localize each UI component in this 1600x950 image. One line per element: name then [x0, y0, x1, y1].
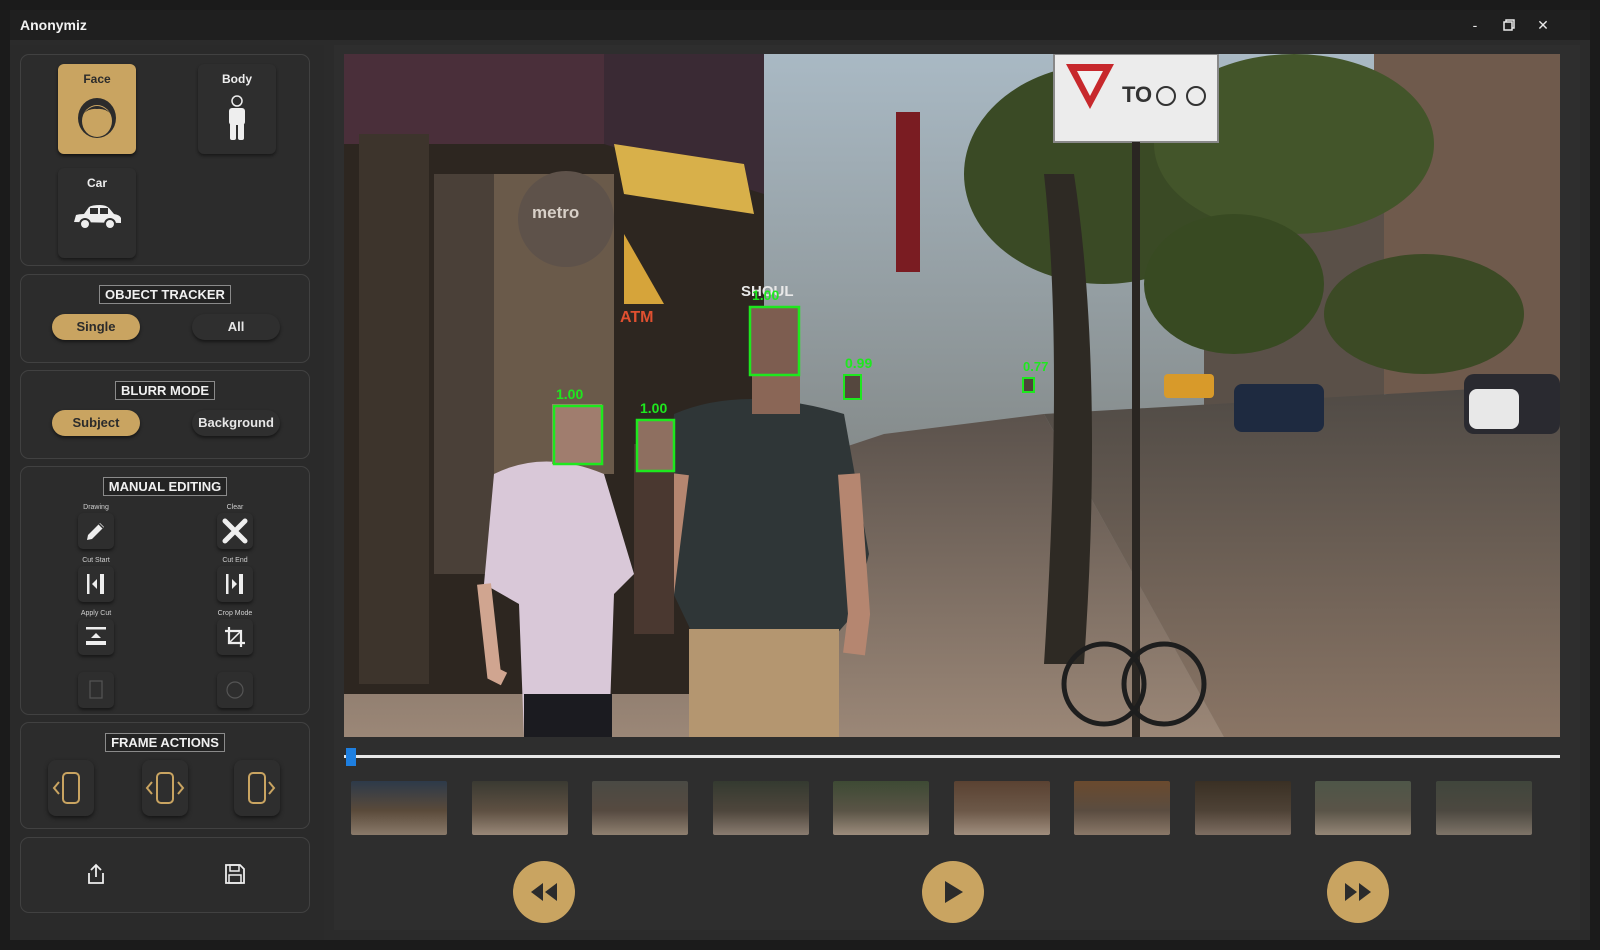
file-panel [20, 837, 310, 913]
drawing-tool[interactable]: Drawing [76, 503, 116, 553]
video-preview[interactable]: metro ATM SHOUL TO 1.00 1.00 1.00 0.99 0… [344, 54, 1560, 737]
frame-thumbnail[interactable] [954, 781, 1050, 835]
minimize-button[interactable]: - [1462, 14, 1488, 36]
frame-actions-title: FRAME ACTIONS [105, 733, 225, 752]
face-icon [78, 98, 116, 138]
detection-panel: Face Body Car [20, 54, 310, 266]
app-title: Anonymiz [20, 17, 87, 33]
cut-end-label: Cut End [222, 557, 248, 564]
circle-icon [226, 681, 244, 699]
maximize-button[interactable] [1496, 14, 1522, 36]
body-icon [229, 95, 245, 140]
blur-mode-panel: BLURR MODE Subject Background [20, 370, 310, 459]
detection-score: 1.00 [556, 386, 583, 402]
pencil-icon [87, 523, 104, 540]
share-icon [88, 863, 104, 884]
atm-text: ATM [620, 309, 653, 326]
rewind-button[interactable] [513, 861, 575, 923]
tracker-all-button[interactable]: All [192, 314, 280, 340]
car-label: Car [86, 176, 107, 190]
thumbnail-strip [351, 781, 1551, 836]
restore-icon [1503, 19, 1515, 31]
clear-x-icon [222, 518, 248, 544]
detection-score: 0.99 [845, 355, 872, 371]
cut-start-icon [87, 574, 104, 594]
detection-score: 1.00 [752, 287, 779, 303]
frame-left-icon [52, 772, 80, 804]
frame-thumbnail[interactable] [1074, 781, 1170, 835]
frame-thumbnail[interactable] [592, 781, 688, 835]
frame-prev-button[interactable] [48, 760, 94, 816]
frame-thumbnail[interactable] [351, 781, 447, 835]
frame-thumbnail[interactable] [1436, 781, 1532, 835]
frame-both-icon [145, 772, 185, 804]
crop-mode-label: Crop Mode [217, 610, 253, 617]
rectangle-icon [89, 680, 103, 699]
timeline-track [344, 755, 1560, 758]
close-button[interactable]: ✕ [1530, 14, 1556, 36]
play-icon [945, 881, 963, 903]
crop-mode-tool[interactable]: Crop Mode [215, 609, 255, 659]
export-button[interactable] [78, 856, 114, 892]
car-button[interactable]: Car [58, 168, 136, 258]
frame-right-icon [248, 772, 276, 804]
blur-mode-title: BLURR MODE [114, 381, 216, 400]
save-button[interactable] [217, 856, 253, 892]
detection-score: 1.00 [640, 400, 667, 416]
apply-cut-label: Apply Cut [80, 610, 112, 617]
body-label: Body [222, 72, 252, 86]
drawing-label: Drawing [83, 504, 109, 511]
crop-icon [225, 627, 245, 647]
fast-forward-icon [1345, 883, 1371, 901]
frame-actions-panel: FRAME ACTIONS [20, 722, 310, 829]
blur-background-button[interactable]: Background [192, 410, 280, 436]
frame-thumbnail[interactable] [1315, 781, 1411, 835]
tracker-single-button[interactable]: Single [52, 314, 140, 340]
timeline-scrubber[interactable] [344, 747, 1560, 767]
frame-thumbnail[interactable] [713, 781, 809, 835]
body-button[interactable]: Body [198, 64, 276, 154]
cut-start-tool[interactable]: Cut Start [76, 556, 116, 606]
cut-start-label: Cut Start [82, 557, 110, 564]
cut-end-icon [226, 574, 243, 594]
car-icon [74, 205, 121, 230]
face-label: Face [83, 72, 111, 86]
video-frame: metro ATM SHOUL TO 1.00 1.00 1.00 0.99 0… [344, 54, 1560, 737]
rewind-icon [531, 883, 557, 901]
object-tracker-panel: OBJECT TRACKER Single All [20, 274, 310, 363]
object-tracker-title: OBJECT TRACKER [99, 285, 231, 304]
save-icon [225, 864, 245, 884]
manual-editing-panel: MANUAL EDITING Drawing Clear Cut Start C… [20, 466, 310, 715]
sidebar: Face Body Car OBJECT TRACKER Single All … [10, 45, 324, 940]
detection-score: 0.77 [1023, 359, 1048, 374]
face-button[interactable]: Face [58, 64, 136, 154]
fast-forward-button[interactable] [1327, 861, 1389, 923]
clear-tool[interactable]: Clear [215, 503, 255, 553]
circle-tool[interactable] [215, 662, 255, 712]
frame-center-button[interactable] [142, 760, 188, 816]
timeline-handle[interactable] [346, 748, 356, 766]
main-area: metro ATM SHOUL TO 1.00 1.00 1.00 0.99 0… [334, 45, 1580, 930]
blur-subject-button[interactable]: Subject [52, 410, 140, 436]
rectangle-tool[interactable] [76, 662, 116, 712]
shop-sign-text: metro [532, 203, 579, 222]
app-window: Anonymiz - ✕ Face Body Car OBJECT TRACKE… [10, 10, 1590, 940]
clear-label: Clear [226, 504, 244, 511]
apply-cut-icon [86, 627, 106, 645]
frame-next-button[interactable] [234, 760, 280, 816]
cut-end-tool[interactable]: Cut End [215, 556, 255, 606]
road-sign-text: TO [1122, 82, 1152, 107]
apply-cut-tool[interactable]: Apply Cut [76, 609, 116, 659]
title-bar: Anonymiz - ✕ [10, 10, 1590, 40]
play-button[interactable] [922, 861, 984, 923]
frame-thumbnail[interactable] [1195, 781, 1291, 835]
frame-thumbnail[interactable] [472, 781, 568, 835]
frame-thumbnail[interactable] [833, 781, 929, 835]
manual-editing-title: MANUAL EDITING [102, 477, 228, 496]
